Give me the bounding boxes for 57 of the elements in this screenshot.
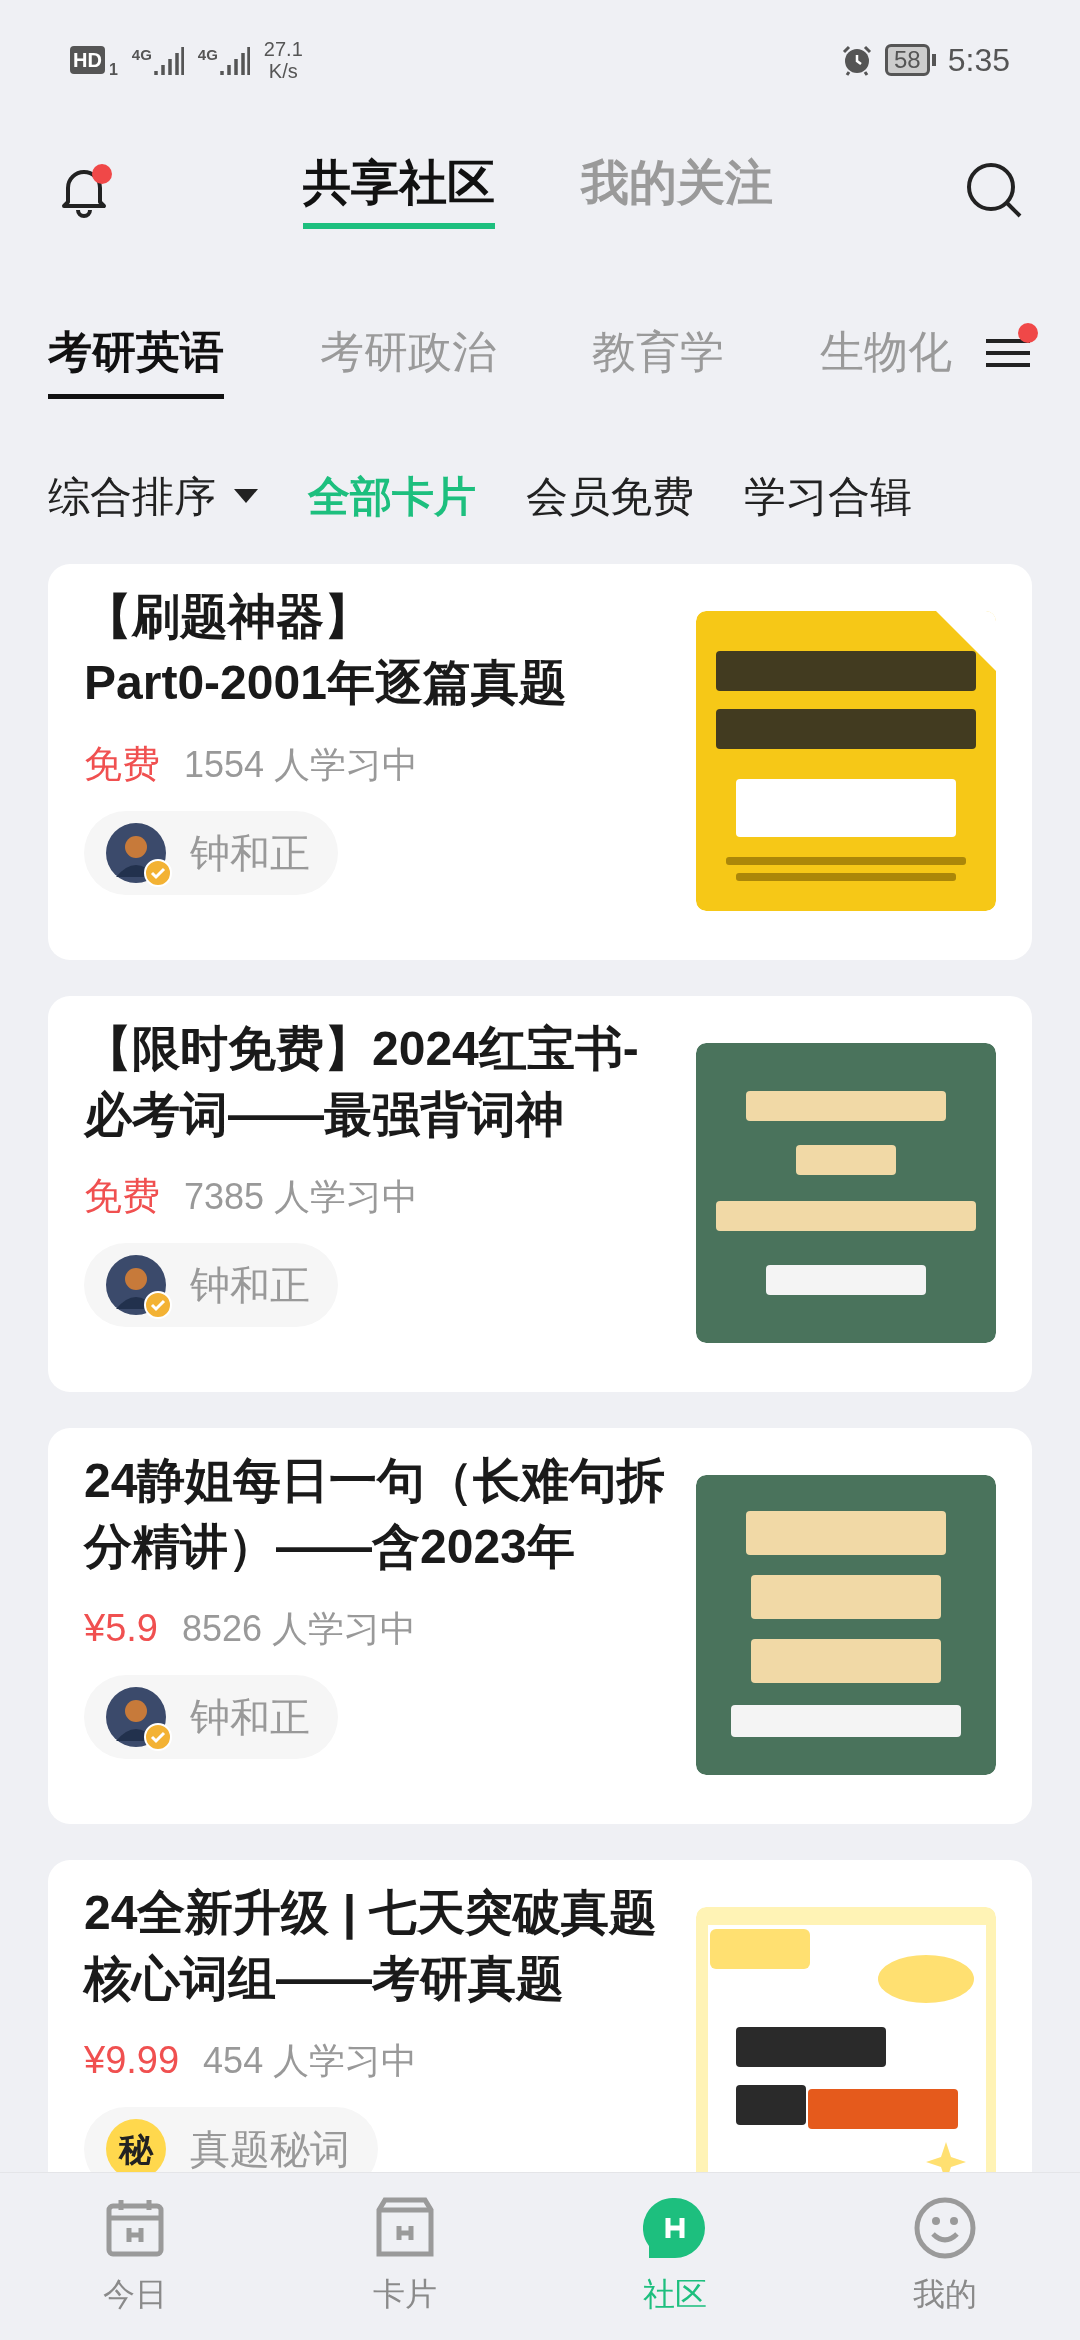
network-speed: 27.1 [263, 38, 303, 60]
category-tab[interactable]: 考研政治 [320, 307, 496, 399]
learner-count: 454 人学习中 [203, 2038, 418, 2083]
filter-tab[interactable]: 会员免费 [526, 464, 694, 528]
author-name: 钟和正 [190, 1262, 310, 1309]
alarm-icon [841, 44, 873, 76]
category-tab[interactable]: 教育学 [592, 307, 724, 399]
card-title: 24静姐每日一句（长难句拆分精讲）——含2023年 [84, 1453, 667, 1575]
author-name: 钟和正 [190, 1694, 310, 1741]
nav-tab[interactable]: 今日 [0, 2173, 270, 2340]
price: ¥5.9 [84, 1606, 158, 1651]
verified-badge-icon [144, 1723, 172, 1751]
header-tab[interactable]: 共享社区 [303, 151, 495, 229]
category-tab[interactable]: 考研英语 [48, 307, 224, 399]
author-chip[interactable]: 钟和正 [84, 1675, 338, 1759]
network-type: 4G [131, 45, 152, 65]
author-chip[interactable]: 钟和正 [84, 1243, 338, 1327]
header-tab[interactable]: 我的关注 [581, 151, 773, 229]
card-title: 【限时免费】2024红宝书-必考词——最强背词神 [84, 1021, 640, 1143]
signal-icon [219, 45, 250, 75]
card[interactable]: 24全新升级 | 七天突破真题核心词组——考研真题 ¥9.99 454 人学习中 秘 真题秘词 [48, 1860, 1032, 2172]
nav-tab[interactable]: 卡片 [270, 2173, 540, 2340]
clock: 5:35 [947, 41, 1010, 80]
card[interactable]: 【刷题神器】 Part0-2001年逐篇真题 免费 1554 人学习中 钟和正 [48, 564, 1032, 960]
card[interactable]: 24静姐每日一句（长难句拆分精讲）——含2023年 ¥5.9 8526 人学习中 钟和正 [48, 1428, 1032, 1824]
avatar: 秘 [106, 2119, 166, 2172]
filter-tab[interactable]: 学习合辑 [744, 464, 912, 528]
learner-count: 1554 人学习中 [184, 742, 419, 787]
price: 免费 [84, 742, 160, 787]
card-title: 24全新升级 | 七天突破真题核心词组——考研真题 [84, 1885, 659, 2007]
verified-badge-icon [144, 1291, 172, 1319]
learner-count: 8526 人学习中 [181, 1606, 417, 1651]
signal-icon [153, 45, 184, 75]
caret-icon [234, 489, 258, 503]
nav-tab[interactable]: 社区 [540, 2173, 810, 2340]
price: 免费 [84, 1174, 160, 1219]
author-name: 真题秘词 [190, 2126, 350, 2172]
search-icon[interactable] [964, 160, 1024, 220]
sim-indicator: 1 [108, 60, 118, 80]
author-chip[interactable]: 钟和正 [84, 811, 338, 895]
hd-indicator: HD [70, 46, 105, 74]
nav-tab[interactable]: 我的 [810, 2173, 1080, 2340]
network-type: 4G [197, 45, 218, 65]
author-name: 钟和正 [190, 830, 310, 877]
filter-tab[interactable]: 全部卡片 [308, 464, 476, 528]
category-tab[interactable]: 生物化 [820, 307, 952, 399]
speed-unit: K/s [268, 60, 298, 82]
price: ¥9.99 [84, 2038, 180, 2083]
card[interactable]: 【限时免费】2024红宝书-必考词——最强背词神 免费 7385 人学习中 钟和正 [48, 996, 1032, 1392]
learner-count: 7385 人学习中 [184, 1174, 419, 1219]
verified-badge-icon [144, 859, 172, 887]
sort-dropdown[interactable]: 综合排序 [48, 464, 258, 528]
chat-bubble-icon [643, 2195, 707, 2260]
smiley-icon [913, 2195, 977, 2260]
battery-indicator: 58 [885, 44, 930, 76]
author-chip[interactable]: 秘 真题秘词 [84, 2107, 378, 2172]
card-title: 【刷题神器】 Part0-2001年逐篇真题 [84, 589, 568, 711]
